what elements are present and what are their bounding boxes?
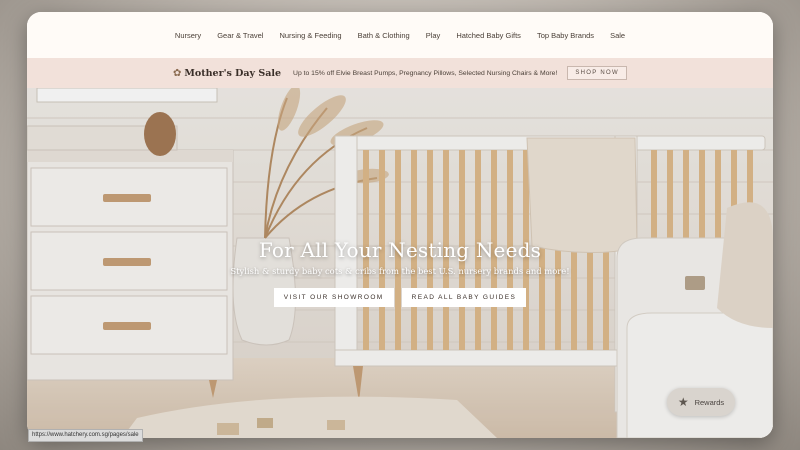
promo-banner: ✿ Mother's Day Sale Up to 15% off Elvie … — [27, 58, 773, 88]
bird-icon: ✿ — [172, 67, 182, 79]
hero-banner: For All Your Nesting Needs Stylish & stu… — [27, 88, 773, 438]
rewards-button[interactable]: ★ Rewards — [667, 388, 735, 416]
nav-item-gear-travel[interactable]: Gear & Travel — [217, 31, 263, 40]
nav-item-top-baby-brands[interactable]: Top Baby Brands — [537, 31, 594, 40]
main-navigation: Nursery Gear & Travel Nursing & Feeding … — [27, 12, 773, 58]
status-bar-url: https://www.hatchery.com.sg/pages/sale — [28, 429, 143, 442]
rewards-label: Rewards — [694, 397, 725, 407]
nav-item-sale[interactable]: Sale — [610, 31, 625, 40]
visit-showroom-button[interactable]: VISIT OUR SHOWROOM — [273, 288, 394, 307]
browser-window: Nursery Gear & Travel Nursing & Feeding … — [27, 12, 773, 438]
nav-item-hatched-baby-gifts[interactable]: Hatched Baby Gifts — [456, 31, 521, 40]
hero-text-block: For All Your Nesting Needs Stylish & stu… — [27, 238, 773, 307]
nav-item-nursing-feeding[interactable]: Nursing & Feeding — [279, 31, 341, 40]
hero-cta-row: VISIT OUR SHOWROOM READ ALL BABY GUIDES — [27, 288, 773, 307]
read-baby-guides-button[interactable]: READ ALL BABY GUIDES — [401, 288, 527, 307]
nav-item-nursery[interactable]: Nursery — [175, 31, 201, 40]
promo-title: Mother's Day Sale — [184, 67, 282, 79]
promo-description: Up to 15% off Elvie Breast Pumps, Pregna… — [293, 69, 558, 77]
star-icon: ★ — [677, 395, 689, 409]
nav-item-bath-clothing[interactable]: Bath & Clothing — [358, 31, 410, 40]
nav-item-play[interactable]: Play — [426, 31, 441, 40]
shop-now-button[interactable]: SHOP NOW — [567, 66, 627, 80]
hero-title: For All Your Nesting Needs — [258, 238, 542, 262]
hero-subtitle: Stylish & sturdy baby cots & cribs from … — [230, 266, 570, 276]
